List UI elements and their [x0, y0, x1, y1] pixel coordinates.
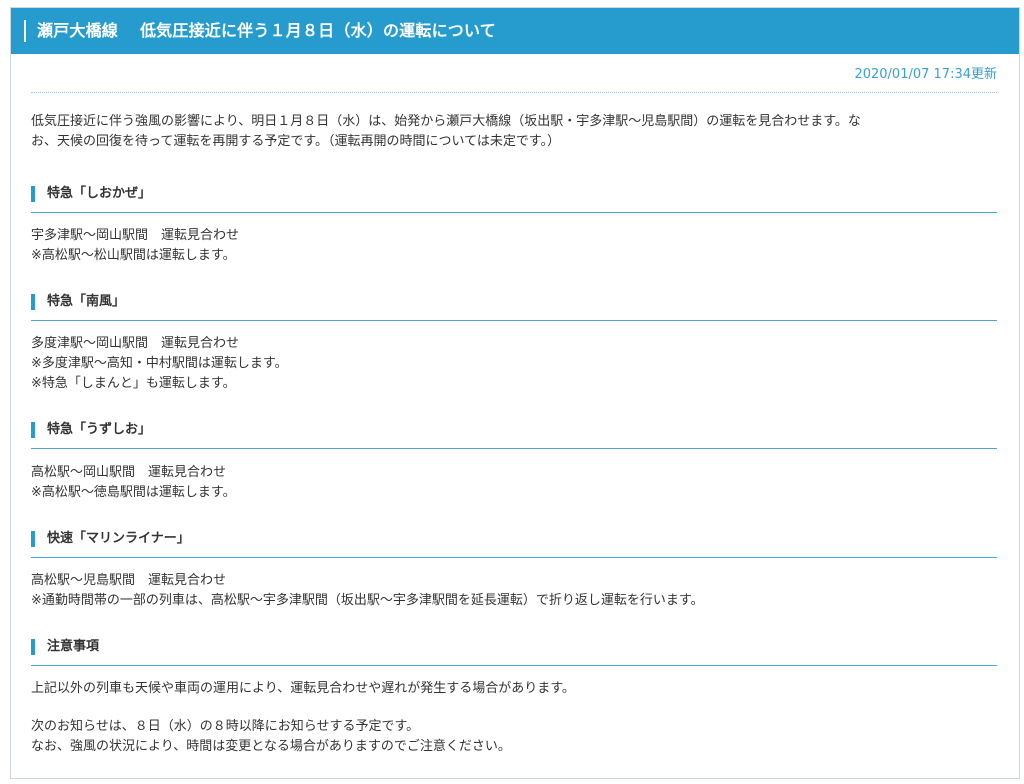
- section-accent-bar: [31, 186, 35, 202]
- closing-paragraph: 次のお知らせは、８日（水）の８時以降にお知らせする予定です。 なお、強風の状況に…: [31, 717, 997, 757]
- section-line: 高松駅～児島駅間 運転見合わせ: [31, 573, 227, 588]
- intro-paragraph: 低気圧接近に伴う強風の影響により、明日１月８日（水）は、始発から瀬戸大橋線（坂出…: [31, 112, 997, 152]
- section-line: ※高松駅～松山駅間は運転します。: [31, 248, 236, 263]
- section-body-notes: 上記以外の列車も天候や車両の運用により、運転見合わせや遅れが発生する場合がありま…: [31, 679, 997, 699]
- title-bar-marker: [24, 20, 26, 42]
- section-heading-shiokaze: 特急「しおかぜ」: [31, 184, 997, 213]
- section-line: 上記以外の列車も天候や車両の運用により、運転見合わせや遅れが発生する場合がありま…: [31, 681, 575, 696]
- update-timestamp-row: 2020/01/07 17:34更新: [31, 66, 997, 93]
- update-timestamp: 2020/01/07 17:34更新: [854, 67, 997, 82]
- section-title: 特急「しおかぜ」: [47, 186, 152, 201]
- section-accent-bar: [31, 294, 35, 310]
- intro-line: お、天候の回復を待って運転を再開する予定です。（運転再開の時間については未定です…: [31, 134, 561, 149]
- section-title: 快速「マリンライナー」: [47, 531, 190, 546]
- notice-title-bar: 瀬戸大橋線 低気圧接近に伴う１月８日（水）の運転について: [11, 8, 1019, 54]
- closing-line: 次のお知らせは、８日（水）の８時以降にお知らせする予定です。: [31, 719, 420, 734]
- notice-panel: 瀬戸大橋線 低気圧接近に伴う１月８日（水）の運転について 2020/01/07 …: [10, 7, 1020, 779]
- section-line: 多度津駅～岡山駅間 運転見合わせ: [31, 336, 240, 351]
- section-title: 特急「南風」: [47, 294, 126, 309]
- section-line: ※特急「しまんと」も運転します。: [31, 376, 236, 391]
- section-line: 高松駅～岡山駅間 運転見合わせ: [31, 465, 227, 480]
- section-body-uzushio: 高松駅～岡山駅間 運転見合わせ ※高松駅～徳島駅間は運転します。: [31, 463, 997, 503]
- section-body-nanpu: 多度津駅～岡山駅間 運転見合わせ ※多度津駅～高知・中村駅間は運転します。 ※特…: [31, 334, 997, 394]
- closing-line: なお、強風の状況により、時間は変更となる場合がありますのでご注意ください。: [31, 739, 511, 754]
- section-line: 宇多津駅～岡山駅間 運転見合わせ: [31, 228, 240, 243]
- section-line: ※通勤時間帯の一部の列車は、高松駅～宇多津駅間（坂出駅～宇多津駅間を延長運転）で…: [31, 593, 704, 608]
- section-accent-bar: [31, 639, 35, 655]
- section-body-shiokaze: 宇多津駅～岡山駅間 運転見合わせ ※高松駅～松山駅間は運転します。: [31, 226, 997, 266]
- section-line: ※高松駅～徳島駅間は運転します。: [31, 485, 236, 500]
- section-line: ※多度津駅～高知・中村駅間は運転します。: [31, 356, 288, 371]
- intro-line: 低気圧接近に伴う強風の影響により、明日１月８日（水）は、始発から瀬戸大橋線（坂出…: [31, 114, 861, 129]
- notice-title: 瀬戸大橋線 低気圧接近に伴う１月８日（水）の運転について: [37, 21, 496, 40]
- section-accent-bar: [31, 531, 35, 547]
- section-heading-nanpu: 特急「南風」: [31, 292, 997, 321]
- section-heading-notes: 注意事項: [31, 637, 997, 666]
- section-heading-marine-liner: 快速「マリンライナー」: [31, 529, 997, 558]
- section-body-marine-liner: 高松駅～児島駅間 運転見合わせ ※通勤時間帯の一部の列車は、高松駅～宇多津駅間（…: [31, 571, 997, 611]
- section-accent-bar: [31, 422, 35, 438]
- section-title: 特急「うずしお」: [47, 422, 152, 437]
- section-title: 注意事項: [47, 639, 100, 654]
- section-heading-uzushio: 特急「うずしお」: [31, 420, 997, 449]
